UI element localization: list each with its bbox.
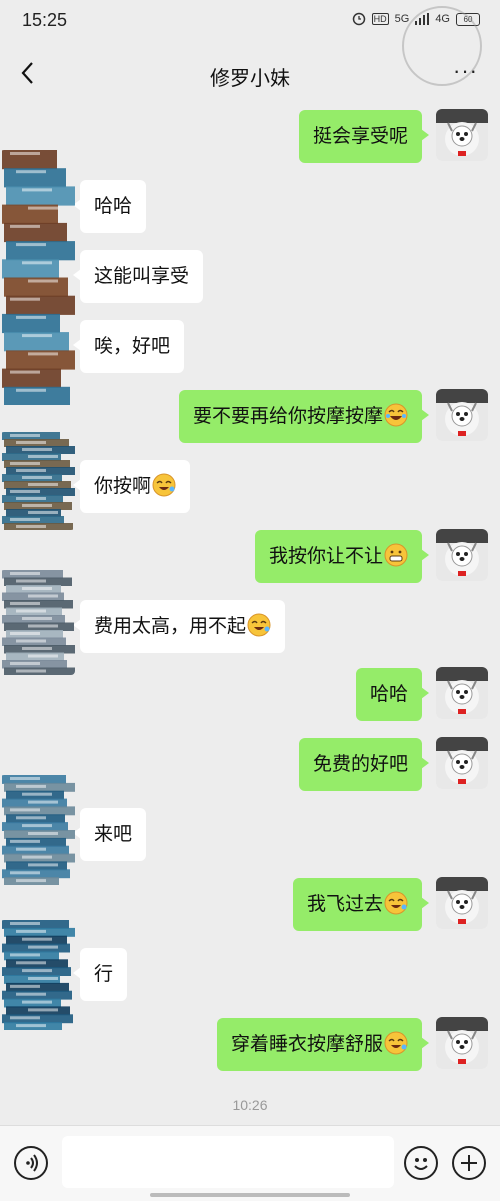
- rofl-emoji-icon: [247, 613, 271, 637]
- contact-avatar[interactable]: [0, 570, 75, 675]
- my-avatar[interactable]: [436, 667, 488, 719]
- message-input[interactable]: [62, 1136, 394, 1188]
- more-button[interactable]: ···: [453, 58, 478, 84]
- my-avatar[interactable]: [436, 109, 488, 161]
- voice-icon: [26, 1154, 38, 1172]
- message-text: 我飞过去: [306, 894, 383, 915]
- my-avatar[interactable]: [436, 737, 488, 789]
- message-text: 唉，好吧: [94, 336, 171, 357]
- contact-avatar[interactable]: [0, 775, 75, 885]
- message-text: 这能叫享受: [94, 266, 190, 287]
- incoming-message-bubble[interactable]: 行: [72, 948, 128, 1001]
- nav-bar: 修罗小妹 ···: [0, 44, 500, 104]
- incoming-message-bubble[interactable]: 来吧: [72, 808, 147, 861]
- incoming-message-bubble[interactable]: 哈哈: [72, 180, 147, 233]
- input-bar: [0, 1125, 500, 1201]
- hd-icon: HD: [371, 13, 389, 25]
- message-text: 穿着睡衣按摩舒服: [230, 1034, 383, 1055]
- message-timestamp: 10:26: [232, 1097, 268, 1113]
- outgoing-message-bubble[interactable]: 哈哈: [355, 668, 430, 721]
- message-text: 要不要再给你按摩按摩: [192, 406, 383, 427]
- my-avatar[interactable]: [436, 529, 488, 581]
- message-text: 哈哈: [94, 196, 133, 217]
- emoji-icon: [414, 1158, 428, 1170]
- outgoing-message-bubble[interactable]: 穿着睡衣按摩舒服: [216, 1018, 430, 1071]
- voice-button[interactable]: [14, 1146, 48, 1180]
- alarm-icon: [352, 12, 365, 26]
- incoming-message-bubble[interactable]: 费用太高，用不起: [72, 600, 286, 653]
- contact-avatar[interactable]: [0, 150, 75, 405]
- message-text: 来吧: [94, 824, 133, 845]
- network-5g: 5G: [394, 13, 410, 25]
- outgoing-message-bubble[interactable]: 我按你让不让: [254, 530, 430, 583]
- rofl-emoji-icon: [152, 473, 176, 497]
- home-indicator: [150, 1193, 350, 1197]
- joy-emoji-icon: [384, 403, 408, 427]
- incoming-message-bubble[interactable]: 这能叫享受: [72, 250, 204, 303]
- incoming-message-bubble[interactable]: 唉，好吧: [72, 320, 185, 373]
- outgoing-message-bubble[interactable]: 挺会享受呢: [298, 110, 430, 163]
- contact-avatar[interactable]: [0, 432, 75, 530]
- rofl-emoji-icon: [384, 891, 408, 915]
- message-text: 我按你让不让: [268, 546, 383, 567]
- plus-button[interactable]: [452, 1146, 486, 1180]
- my-avatar[interactable]: [436, 1017, 488, 1069]
- emoji-button[interactable]: [404, 1146, 438, 1180]
- plus-icon: [461, 1155, 477, 1171]
- message-text: 费用太高，用不起: [94, 616, 247, 637]
- chat-title: 修罗小妹: [210, 68, 290, 90]
- message-text: 行: [94, 964, 114, 985]
- contact-avatar[interactable]: [0, 920, 75, 1030]
- grin-emoji-icon: [384, 543, 408, 567]
- message-text: 哈哈: [369, 684, 408, 705]
- message-text: 免费的好吧: [312, 754, 408, 775]
- incoming-message-bubble[interactable]: 你按啊: [72, 460, 191, 513]
- outgoing-message-bubble[interactable]: 免费的好吧: [298, 738, 430, 791]
- rofl-emoji-icon: [384, 1031, 408, 1055]
- my-avatar[interactable]: [436, 389, 488, 441]
- my-avatar[interactable]: [436, 877, 488, 929]
- outgoing-message-bubble[interactable]: 我飞过去: [292, 878, 430, 931]
- status-time: 15:25: [22, 10, 68, 30]
- message-text: 你按啊: [94, 476, 152, 497]
- outgoing-message-bubble[interactable]: 要不要再给你按摩按摩: [178, 390, 430, 443]
- message-text: 挺会享受呢: [312, 126, 408, 147]
